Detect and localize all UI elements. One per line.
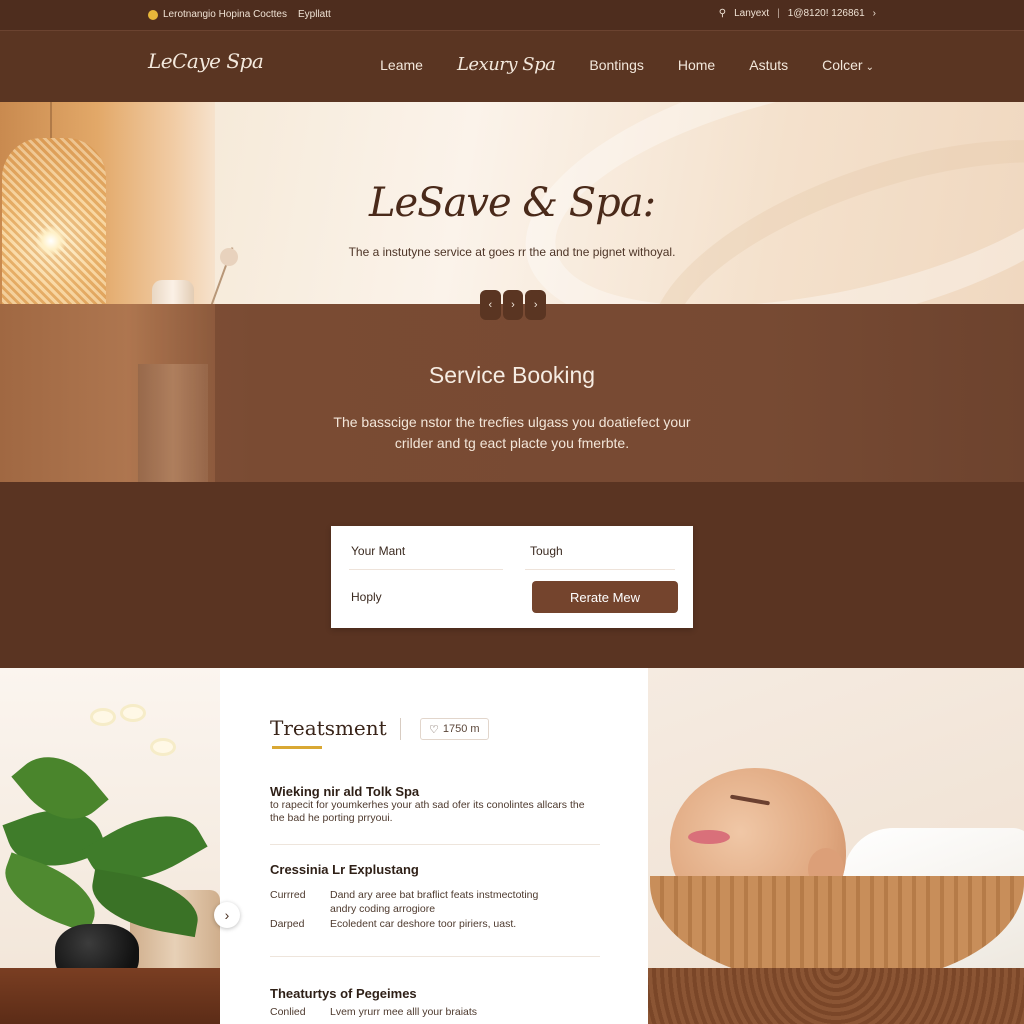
nav-links: Leame Lexury Spa Bontings Home Astuts Co…: [380, 54, 874, 75]
badge-text: 1750 m: [442, 723, 480, 735]
nav-link-luxury-spa[interactable]: Lexury Spa: [457, 54, 556, 75]
carousel-controls: ‹ › ›: [480, 290, 547, 320]
topbar-right-label[interactable]: Lanyext: [734, 8, 769, 19]
topbar-left-text: Lerotnangio Hopina Cocttes: [163, 9, 287, 20]
title-underline: [272, 746, 322, 749]
list-item-text: Lvem yrurr mee alll your braiats: [330, 1006, 478, 1018]
flower-image: [90, 708, 116, 726]
divider: [400, 718, 401, 740]
section-title: Theaturtys of Pegeimes: [270, 986, 417, 1001]
divider: [270, 844, 600, 845]
section-title: Wieking nir ald Tolk Spa: [270, 784, 420, 799]
lamp-cord: [50, 102, 52, 138]
nav-link-bookings[interactable]: Bontings: [589, 57, 643, 73]
carousel-prev-button[interactable]: ‹: [480, 290, 501, 320]
field-hoply[interactable]: Hoply: [351, 590, 382, 604]
booking-text-wrap: The basscige nstor the trecfies ulgass y…: [0, 412, 1024, 454]
lips-image: [688, 830, 730, 844]
nav-link-home[interactable]: Home: [678, 57, 715, 73]
booking-band: [0, 304, 1024, 484]
nav-link-colcer-label: Colcer: [822, 56, 863, 73]
location-pin-icon: ♡: [429, 723, 439, 736]
hero-subtitle: The a instutyne service at goes rr the a…: [348, 245, 676, 259]
submit-button[interactable]: Rerate Mew: [532, 581, 678, 613]
sun-dot-icon: [148, 9, 158, 20]
list-item-text: Dand ary aree bat braflict feats instmec…: [330, 889, 539, 915]
booking-text: The basscige nstor the trecfies ulgass y…: [333, 414, 691, 451]
divider: [270, 956, 600, 957]
section-text: to rapecit for youmkerhes your ath sad o…: [270, 799, 585, 824]
list-item-text: Ecoledent car deshore toor piriers, uast…: [330, 918, 517, 930]
tray-image: [648, 968, 1024, 1024]
site-logo[interactable]: LeCaye Spa: [148, 49, 264, 73]
chevron-right-icon[interactable]: ›: [214, 902, 240, 928]
booking-title: Service Booking: [428, 362, 596, 388]
field-underline: [525, 569, 675, 570]
topbar-info: Lerotnangio Hopina Cocttes Eypllatt: [148, 9, 331, 20]
nav-link-leame[interactable]: Leame: [380, 57, 423, 73]
nav-link-colcer[interactable]: Colcer ⌄: [822, 57, 874, 73]
flower-image: [120, 704, 146, 722]
list-item-label: Conlied: [270, 1006, 306, 1018]
plant-image: [0, 668, 220, 1024]
distance-badge[interactable]: ♡ 1750 m: [420, 718, 489, 740]
treatment-content: Treatsment ♡ 1750 m Wieking nir ald Tolk…: [270, 668, 630, 1024]
topbar-phone[interactable]: 1@8120! 126861: [788, 8, 865, 19]
list-item-label: Darped: [270, 918, 305, 930]
hero-title: LeSave & Spa:: [368, 180, 656, 226]
carousel-dot-button[interactable]: ›: [502, 290, 524, 320]
top-bar: Lerotnangio Hopina Cocttes Eypllatt ⚲ La…: [0, 0, 1024, 30]
chevron-right-icon[interactable]: ›: [873, 8, 876, 19]
chevron-down-icon: ⌄: [865, 61, 874, 73]
main-nav: LeCaye Spa Leame Lexury Spa Bontings Hom…: [0, 30, 1024, 102]
spa-client-image: [648, 668, 1024, 1024]
treatment-title: Treatsment: [270, 716, 387, 740]
search-icon[interactable]: ⚲: [719, 8, 726, 19]
divider: |: [777, 8, 780, 19]
vase-image: [152, 280, 194, 304]
band-image: [0, 304, 215, 484]
carousel-next-button[interactable]: ›: [525, 290, 547, 320]
field-tough[interactable]: Tough: [530, 544, 563, 558]
field-underline: [349, 569, 503, 570]
list-item-label: Currred: [270, 889, 306, 901]
wood-table-image: [0, 968, 220, 1024]
section-title: Cressinia Lr Explustang: [270, 862, 419, 877]
booking-form: Your Mant Tough Hoply Rerate Mew: [331, 526, 693, 628]
topbar-contact: ⚲ Lanyext | 1@8120! 126861 ›: [719, 8, 876, 19]
flower-image: [150, 738, 176, 756]
field-your-mant[interactable]: Your Mant: [351, 544, 405, 558]
topbar-left-sub[interactable]: Eypllatt: [298, 9, 331, 20]
nav-link-astuts[interactable]: Astuts: [749, 57, 788, 73]
